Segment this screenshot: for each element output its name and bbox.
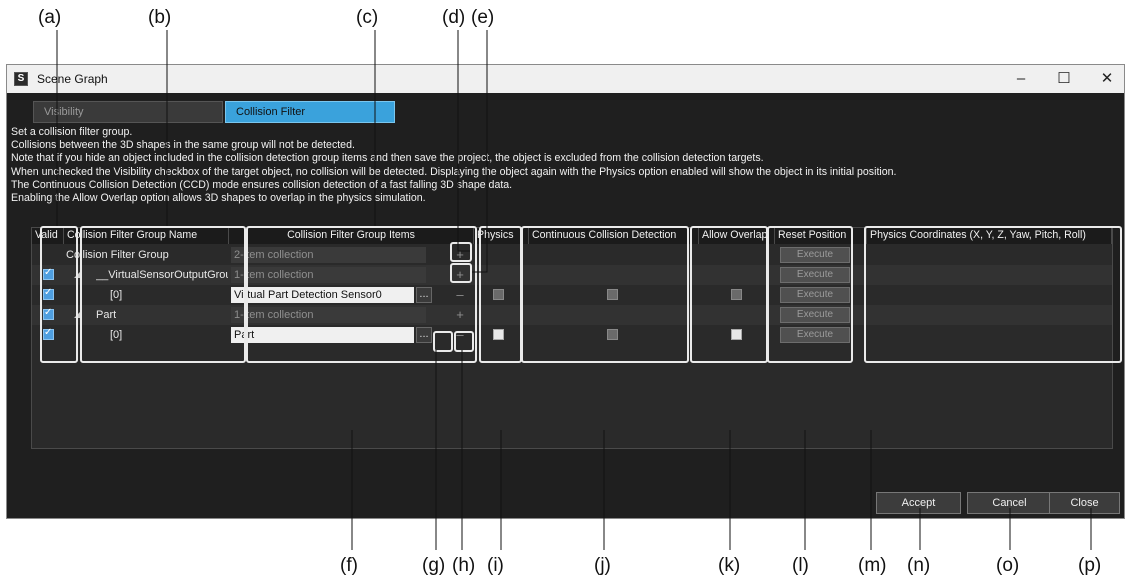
info-line: Set a collision filter group. bbox=[11, 126, 133, 138]
collision-filter-grid: Valid Collision Filter Group Name Collis… bbox=[31, 227, 1113, 449]
callout-b: (b) bbox=[148, 7, 172, 28]
group-name-cell: [0] bbox=[110, 329, 123, 341]
table-row: [0] Part ... – Execute bbox=[32, 325, 1112, 345]
col-header-valid: Valid bbox=[32, 228, 64, 244]
callout-c: (c) bbox=[356, 7, 379, 28]
tab-collision-filter[interactable]: Collision Filter bbox=[225, 101, 395, 123]
callout-m: (m) bbox=[858, 555, 887, 576]
valid-checkbox[interactable] bbox=[43, 287, 54, 300]
table-row: [0] Virtual Part Detection Sensor0 ... –… bbox=[32, 285, 1112, 305]
maximize-icon[interactable]: ☐ bbox=[1050, 68, 1078, 90]
callout-g: (g) bbox=[422, 555, 446, 576]
callout-h: (h) bbox=[452, 555, 476, 576]
callout-k: (k) bbox=[718, 555, 741, 576]
info-text: Set a collision filter group. Collisions… bbox=[11, 126, 1120, 205]
info-line: Enabling the Allow Overlap option allows… bbox=[11, 192, 426, 205]
execute-button[interactable]: Execute bbox=[780, 287, 850, 303]
callout-p: (p) bbox=[1078, 555, 1102, 576]
add-item-icon[interactable]: + bbox=[452, 247, 468, 263]
add-item-icon[interactable]: + bbox=[452, 267, 468, 283]
browse-button[interactable]: ... bbox=[416, 327, 432, 343]
execute-button[interactable]: Execute bbox=[780, 247, 850, 263]
execute-button[interactable]: Execute bbox=[780, 327, 850, 343]
ccd-checkbox[interactable] bbox=[607, 289, 618, 300]
callout-o: (o) bbox=[996, 555, 1020, 576]
col-header-group-name: Collision Filter Group Name bbox=[64, 228, 229, 244]
col-header-allow-overlap: Allow Overlap bbox=[699, 228, 775, 244]
table-row: Collision Filter Group 2-item collection… bbox=[32, 245, 1112, 265]
group-items-cell[interactable]: 1-item collection bbox=[231, 267, 426, 283]
callout-f: (f) bbox=[340, 555, 358, 576]
callout-j: (j) bbox=[594, 555, 611, 576]
close-icon[interactable]: ✕ bbox=[1093, 68, 1121, 90]
info-line: Collisions between the 3D shapes in the … bbox=[11, 139, 355, 152]
info-line: Note that if you hide an object included… bbox=[11, 152, 764, 165]
title-bar: S Scene Graph – ☐ ✕ bbox=[7, 65, 1124, 93]
allow-overlap-checkbox[interactable] bbox=[731, 289, 742, 300]
physics-checkbox[interactable] bbox=[493, 289, 504, 300]
cancel-button[interactable]: Cancel bbox=[967, 492, 1052, 514]
group-name-cell: Collision Filter Group bbox=[66, 249, 169, 261]
remove-item-icon[interactable]: – bbox=[452, 287, 468, 303]
group-name-cell: __VirtualSensorOutputGroup bbox=[96, 269, 228, 281]
group-item-field[interactable]: Virtual Part Detection Sensor0 bbox=[231, 287, 414, 303]
callout-n: (n) bbox=[907, 555, 931, 576]
minimize-icon[interactable]: – bbox=[1007, 68, 1035, 90]
group-items-cell[interactable]: 2-item collection bbox=[231, 247, 426, 263]
physics-checkbox[interactable] bbox=[493, 329, 504, 340]
col-header-physics-coords: Physics Coordinates (X, Y, Z, Yaw, Pitch… bbox=[867, 228, 1112, 244]
group-item-field[interactable]: Part bbox=[231, 327, 414, 343]
callout-i: (i) bbox=[487, 555, 504, 576]
group-items-cell[interactable]: 1-item collection bbox=[231, 307, 426, 323]
allow-overlap-checkbox[interactable] bbox=[731, 329, 742, 340]
callout-e: (e) bbox=[471, 7, 495, 28]
table-row: ◢ __VirtualSensorOutputGroup 1-item coll… bbox=[32, 265, 1112, 285]
valid-checkbox[interactable] bbox=[43, 307, 54, 320]
group-name-cell: Part bbox=[96, 309, 117, 321]
col-header-reset-position: Reset Position bbox=[775, 228, 867, 244]
expand-icon[interactable]: ◢ bbox=[74, 265, 80, 285]
execute-button[interactable]: Execute bbox=[780, 267, 850, 283]
callout-l: (l) bbox=[792, 555, 809, 576]
window-title: Scene Graph bbox=[37, 72, 108, 86]
info-line: The Continuous Collision Detection (CCD)… bbox=[11, 178, 513, 191]
scene-graph-window: S Scene Graph – ☐ ✕ Visibility Collision… bbox=[6, 64, 1125, 519]
info-line: When unchecked the Visibility checkbox o… bbox=[11, 165, 897, 178]
table-row: ◢ Part 1-item collection + Execute bbox=[32, 305, 1112, 325]
add-item-icon[interactable]: + bbox=[452, 307, 468, 323]
remove-item-icon[interactable]: – bbox=[452, 327, 468, 343]
accept-button[interactable]: Accept bbox=[876, 492, 961, 514]
valid-checkbox[interactable] bbox=[43, 327, 54, 340]
browse-button[interactable]: ... bbox=[416, 287, 432, 303]
col-header-group-items: Collision Filter Group Items bbox=[229, 228, 474, 244]
col-header-physics: Physics bbox=[474, 228, 529, 244]
col-header-ccd: Continuous Collision Detection bbox=[529, 228, 699, 244]
callout-a: (a) bbox=[38, 7, 62, 28]
execute-button[interactable]: Execute bbox=[780, 307, 850, 323]
close-button[interactable]: Close bbox=[1049, 492, 1120, 514]
ccd-checkbox[interactable] bbox=[607, 329, 618, 340]
tab-visibility[interactable]: Visibility bbox=[33, 101, 223, 123]
valid-checkbox[interactable] bbox=[43, 267, 54, 280]
app-icon: S bbox=[14, 72, 28, 86]
callout-d: (d) bbox=[442, 7, 466, 28]
group-name-cell: [0] bbox=[110, 289, 123, 301]
expand-icon[interactable]: ◢ bbox=[74, 305, 80, 325]
